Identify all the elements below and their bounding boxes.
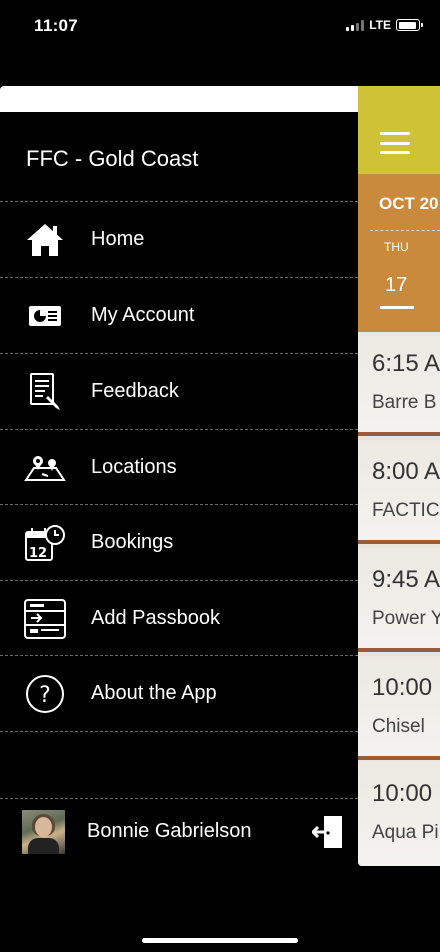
divider (370, 230, 440, 231)
feedback-icon (22, 372, 68, 412)
logout-door-icon[interactable] (310, 814, 346, 850)
month-label: OCT 20 (379, 194, 439, 213)
class-time: 8:00 A (372, 458, 440, 485)
divider (0, 731, 358, 732)
user-name: Bonnie Gabrielson (87, 820, 252, 842)
map-pins-icon (22, 448, 68, 488)
menu-item-label: About the App (91, 682, 217, 704)
menu-item-label: Feedback (91, 380, 179, 402)
class-name: Aqua Pi (372, 822, 439, 843)
class-time: 10:00 (372, 780, 433, 807)
menu-item-label: Locations (91, 456, 177, 478)
menu-item-add-passbook[interactable]: Add Passbook (0, 581, 358, 656)
drawer-top-bar (0, 86, 358, 112)
day-of-week: THU (384, 240, 409, 254)
menu-item-feedback[interactable]: Feedback (0, 354, 358, 429)
date-selector: OCT 20 THU 17 (358, 174, 440, 332)
svg-text:?: ? (39, 683, 51, 708)
account-card-icon (22, 296, 68, 336)
menu-item-label: Bookings (91, 531, 174, 553)
menu-item-label: Home (91, 228, 145, 250)
status-time: 11:07 (34, 16, 79, 35)
menu-item-locations[interactable]: Locations (0, 430, 358, 505)
class-card[interactable]: 9:45 A Power Y (358, 548, 440, 652)
svg-text:12: 12 (29, 546, 47, 561)
class-time: 6:15 A (372, 350, 440, 377)
class-name: FACTIC (372, 500, 440, 521)
class-time: 10:00 (372, 674, 433, 701)
home-icon (22, 220, 68, 260)
class-card[interactable]: 10:00 Aqua Pi (358, 762, 440, 866)
class-name: Barre B (372, 392, 437, 413)
club-name: FFC - Gold Coast (26, 146, 199, 171)
selected-day-underline (380, 306, 414, 309)
status-bar: 11:07 LTE (0, 0, 440, 52)
question-icon: ? (22, 674, 68, 714)
menu-item-about-the-app[interactable]: ? About the App (0, 656, 358, 731)
class-name: Chisel (372, 716, 425, 737)
signal-icon (346, 19, 365, 31)
menu-item-bookings[interactable]: 12 Bookings (0, 505, 358, 580)
menu-item-label: My Account (91, 304, 195, 326)
menu-item-my-account[interactable]: My Account (0, 278, 358, 353)
schedule-header (358, 86, 440, 174)
user-profile-row[interactable]: Bonnie Gabrielson (0, 800, 358, 864)
status-indicators: LTE (346, 18, 423, 32)
schedule-screen-peek[interactable]: OCT 20 THU 17 6:15 A Barre B 8:00 A FACT… (358, 86, 440, 866)
class-card[interactable]: 10:00 Chisel (358, 656, 440, 760)
avatar[interactable] (22, 810, 65, 854)
hamburger-menu-icon[interactable] (380, 132, 410, 154)
divider (0, 798, 358, 799)
navigation-drawer: FFC - Gold Coast Home My Account Feedbac… (0, 112, 358, 952)
day-number[interactable]: 17 (385, 274, 407, 297)
class-card[interactable]: 8:00 A FACTIC (358, 440, 440, 544)
calendar-clock-icon: 12 (22, 523, 68, 563)
network-label: LTE (369, 18, 391, 32)
menu-item-label: Add Passbook (91, 607, 220, 629)
home-indicator[interactable] (142, 938, 298, 943)
class-card[interactable]: 6:15 A Barre B (358, 332, 440, 436)
class-name: Power Y (372, 608, 440, 629)
passbook-icon (22, 598, 68, 639)
menu-item-home[interactable]: Home (0, 202, 358, 277)
class-time: 9:45 A (372, 566, 440, 593)
battery-icon (396, 19, 423, 31)
